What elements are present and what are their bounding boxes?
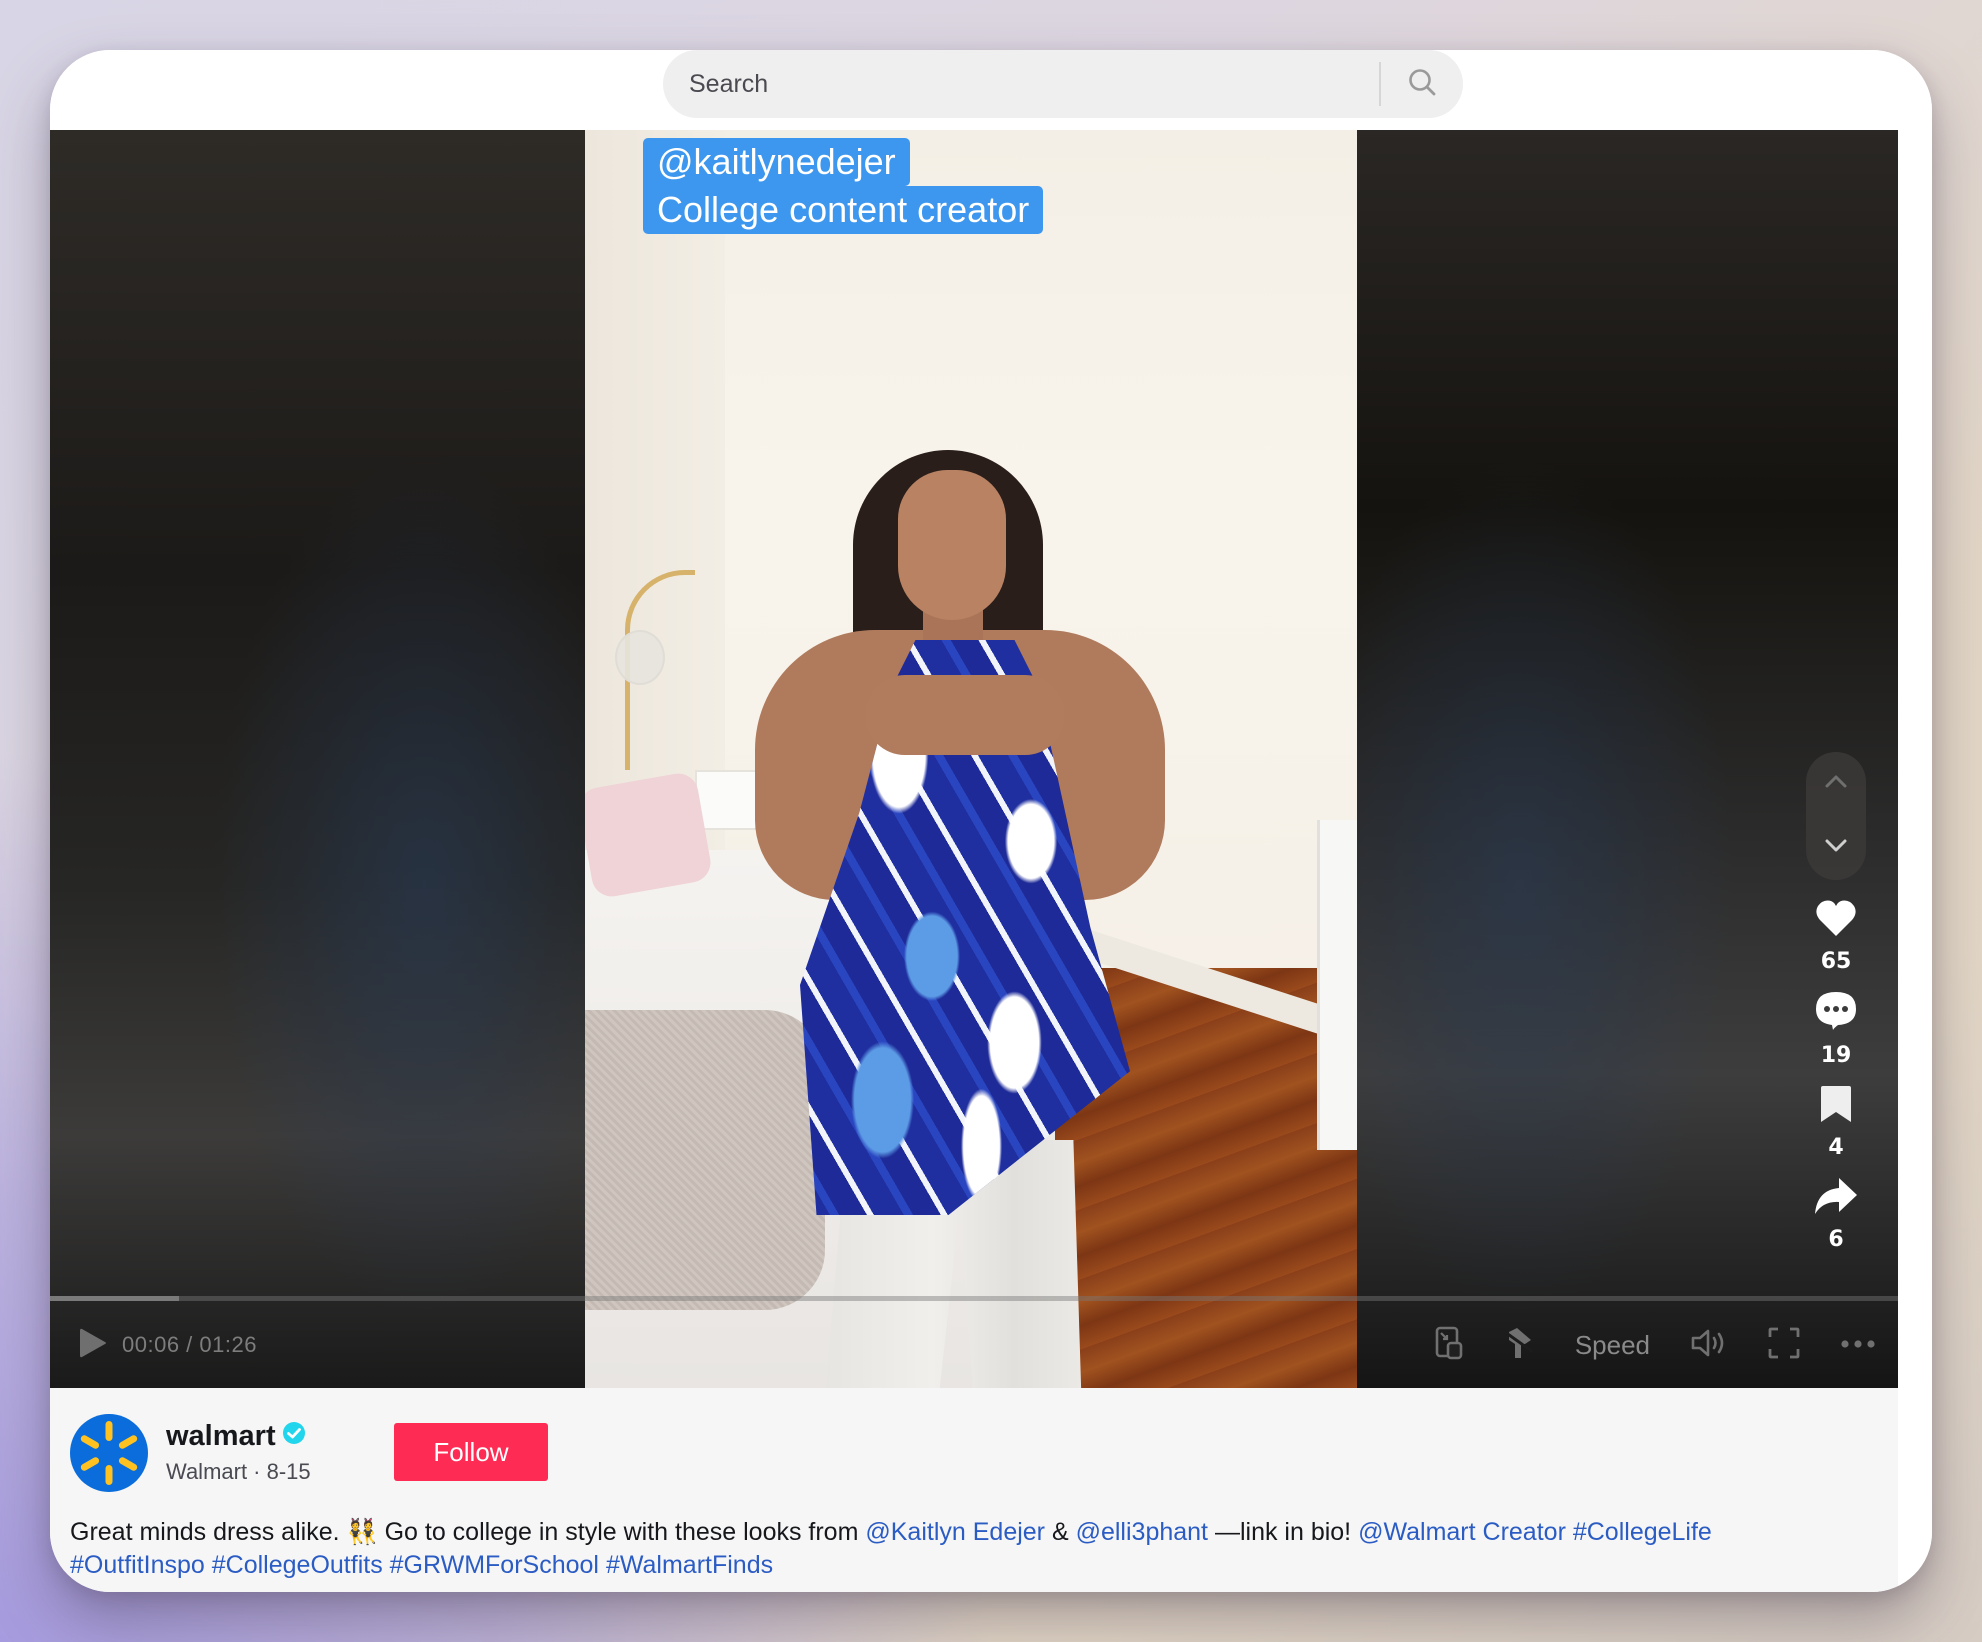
action-bar: 65 19 4 6: [1796, 898, 1876, 1268]
video-blurred-backdrop-left: [50, 130, 585, 1388]
next-video-button[interactable]: [1824, 839, 1848, 858]
search-icon: [1407, 67, 1437, 102]
bookmark-icon: [1819, 1084, 1853, 1129]
spark-ray: [118, 1435, 138, 1449]
search-bar: [663, 50, 1463, 118]
spark-ray: [105, 1421, 113, 1441]
pin-button[interactable]: [1503, 1326, 1535, 1365]
hashtag-link[interactable]: #OutfitInspo: [70, 1551, 205, 1579]
hashtag-link[interactable]: #CollegeOutfits: [212, 1551, 383, 1579]
spark-ray: [80, 1457, 100, 1471]
post-description: Great minds dress alike. 👯 Go to college…: [70, 1516, 1890, 1582]
mini-player-button[interactable]: [1435, 1326, 1463, 1365]
comment-icon: [1814, 990, 1858, 1037]
play-button[interactable]: [78, 1326, 108, 1365]
spark-ray: [105, 1465, 113, 1485]
play-icon: [78, 1326, 108, 1365]
post-info: walmart Walmart · 8-15 Follow Great mind…: [50, 1388, 1898, 1592]
more-horizontal-icon: [1840, 1336, 1876, 1354]
speed-button[interactable]: Speed: [1575, 1330, 1650, 1361]
video-frame[interactable]: @kaitlynedejer College content creator: [585, 130, 1357, 1388]
playback-controls-left: 00:06 / 01:26: [78, 1320, 257, 1370]
right-gutter: [1898, 130, 1932, 1592]
fullscreen-button[interactable]: [1768, 1327, 1800, 1364]
video-caption-sticker: @kaitlynedejer College content creator: [643, 138, 1044, 234]
comment-count: 19: [1820, 1043, 1852, 1068]
verified-badge-icon: [282, 1420, 306, 1453]
share-button[interactable]: 6: [1813, 1176, 1859, 1268]
search-input[interactable]: [663, 50, 1379, 118]
walmart-spark-logo-icon: [70, 1421, 148, 1496]
volume-icon: [1690, 1327, 1728, 1364]
chevron-down-icon: [1824, 839, 1848, 858]
volume-button[interactable]: [1690, 1327, 1728, 1364]
description-text: &: [1045, 1518, 1076, 1546]
person-face: [898, 470, 1006, 620]
author-username: walmart: [166, 1420, 276, 1452]
search-button[interactable]: [1381, 50, 1463, 118]
hashtag-link[interactable]: #CollegeLife: [1573, 1518, 1712, 1546]
scene-desk: [1317, 820, 1357, 1150]
fullscreen-icon: [1768, 1327, 1800, 1364]
picture-in-picture-icon: [1435, 1326, 1463, 1365]
video-navigation: [1806, 752, 1866, 880]
hashtag-link[interactable]: #GRWMForSchool: [390, 1551, 599, 1579]
mention-link[interactable]: @Walmart Creator: [1358, 1518, 1566, 1546]
like-button[interactable]: 65: [1814, 898, 1858, 990]
share-count: 6: [1828, 1227, 1844, 1252]
chevron-up-icon: [1824, 774, 1848, 793]
save-button[interactable]: 4: [1819, 1084, 1853, 1176]
previous-video-button[interactable]: [1824, 774, 1848, 793]
video-progress-fill: [50, 1296, 180, 1301]
time-display: 00:06 / 01:26: [122, 1332, 257, 1357]
description-text: Great minds dress alike.: [70, 1518, 347, 1546]
spark-ray: [118, 1457, 138, 1471]
dancers-emoji-icon: 👯: [346, 1518, 378, 1546]
top-bar: [50, 50, 1932, 130]
author-username-link[interactable]: walmart: [166, 1420, 311, 1453]
video-progress-bar[interactable]: [50, 1296, 1898, 1301]
scene-throw-blanket: [585, 1010, 825, 1310]
comment-button[interactable]: 19: [1814, 990, 1858, 1084]
person-hands: [865, 675, 1065, 755]
heart-icon: [1814, 898, 1858, 943]
mention-link[interactable]: @elli3phant: [1076, 1518, 1208, 1546]
avatar[interactable]: [70, 1414, 148, 1492]
mention-link[interactable]: @Kaitlyn Edejer: [865, 1518, 1045, 1546]
sticker-line-handle: @kaitlynedejer: [643, 138, 910, 186]
spark-ray: [80, 1435, 100, 1449]
playback-controls-right: Speed: [1435, 1320, 1876, 1370]
description-text: Go to college in style with these looks …: [377, 1518, 866, 1546]
author-meta: Walmart · 8-15: [166, 1459, 311, 1484]
more-options-button[interactable]: [1840, 1336, 1876, 1354]
sticker-line-role: College content creator: [643, 186, 1044, 234]
scene-pillow: [585, 770, 714, 900]
like-count: 65: [1820, 949, 1852, 974]
pin-off-icon: [1503, 1326, 1535, 1365]
hashtag-link[interactable]: #WalmartFinds: [606, 1551, 773, 1579]
description-text: —link in bio!: [1208, 1518, 1359, 1546]
share-arrow-icon: [1813, 1176, 1859, 1221]
scene-lamp-shade: [615, 630, 665, 685]
follow-button[interactable]: Follow: [394, 1423, 548, 1481]
save-count: 4: [1828, 1135, 1844, 1160]
video-player[interactable]: @kaitlynedejer College content creator 0…: [50, 130, 1898, 1388]
author-block: walmart Walmart · 8-15: [166, 1420, 311, 1485]
video-post-card: @kaitlynedejer College content creator 0…: [50, 50, 1932, 1592]
